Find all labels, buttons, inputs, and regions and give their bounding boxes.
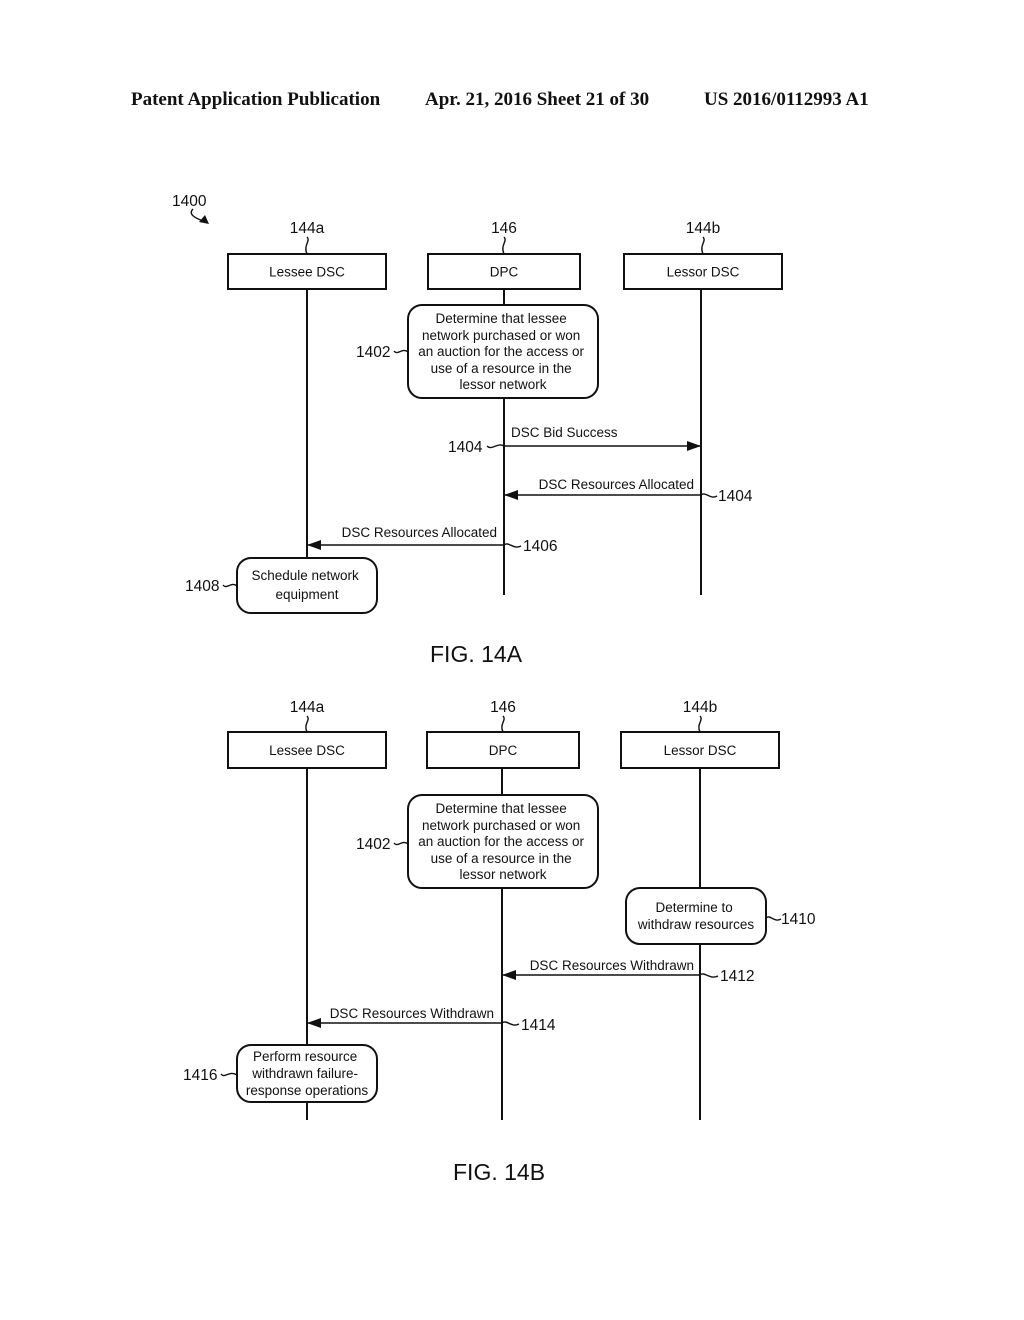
- participant-label: Lessor DSC: [667, 265, 740, 280]
- message-label: DSC Bid Success: [511, 425, 618, 440]
- ref-squiggle-icon: [222, 583, 238, 588]
- participant-dpc: DPC 146: [427, 220, 581, 290]
- message-label: DSC Resources Allocated: [342, 525, 497, 540]
- step-ref: 1408: [185, 578, 219, 595]
- step-ref: 1410: [781, 911, 816, 928]
- ref-squiggle-icon: [700, 493, 718, 498]
- participant-lessor-dsc: Lessor DSC 144b: [620, 699, 780, 769]
- ref-squiggle-icon: [503, 543, 522, 548]
- figure-14b: Lessee DSC 144a DPC 146 Lessor DSC 144b Deter…: [183, 699, 816, 1185]
- participant-label: Lessee DSC: [269, 265, 345, 280]
- participant-label: DPC: [489, 743, 518, 758]
- ref-squiggle-icon: [765, 916, 782, 921]
- participant-label: Lessee DSC: [269, 743, 345, 758]
- ref-squiggle-icon: [698, 715, 702, 733]
- participant-lessee-dsc: Lessee DSC 144a: [227, 220, 387, 290]
- ref-squiggle-icon: [305, 715, 309, 733]
- ref-squiggle-icon: [701, 236, 705, 255]
- ref-squiggle-icon: [501, 1021, 520, 1026]
- message-dsc-resources-allocated-to-lessee: DSC Resources Allocated 1406: [307, 525, 557, 555]
- step-1402: Determine that lessee network purchased …: [356, 304, 599, 399]
- participant-ref: 146: [490, 699, 516, 716]
- ref-squiggle-icon: [699, 973, 719, 978]
- message-dsc-resources-withdrawn-to-lessee: DSC Resources Withdrawn 1414: [307, 1006, 556, 1034]
- message-dsc-resources-allocated-to-dpc: DSC Resources Allocated 1404: [504, 477, 753, 505]
- participant-lessee-dsc: Lessee DSC 144a: [227, 699, 387, 769]
- step-1402: Determine that lessee network purchased …: [356, 794, 599, 889]
- ref-squiggle-icon: [502, 236, 506, 255]
- ref-squiggle-icon: [305, 236, 309, 255]
- step-box: [625, 887, 767, 945]
- participant-ref: 144b: [683, 699, 717, 716]
- ref-squiggle-icon: [220, 1072, 238, 1077]
- ref-squiggle-icon: [501, 715, 505, 733]
- step-ref: 1402: [356, 344, 390, 361]
- diagram-ref-label: 1400: [172, 193, 207, 210]
- message-dsc-bid-success: DSC Bid Success 1404: [448, 425, 701, 456]
- figure-caption-14b: FIG. 14B: [453, 1159, 545, 1185]
- participant-ref: 144a: [290, 220, 325, 237]
- sequence-diagram: 1400 Lessee DSC 144a DPC 146 Lessor DSC 144b …: [172, 193, 816, 1185]
- participant-lessor-dsc: Lessor DSC 144b: [623, 220, 783, 290]
- participant-ref: 144a: [290, 699, 325, 716]
- participant-ref: 146: [491, 220, 517, 237]
- message-dsc-resources-withdrawn-to-dpc: DSC Resources Withdrawn 1412: [502, 958, 754, 985]
- participant-dpc: DPC 146: [426, 699, 580, 769]
- message-ref: 1412: [720, 968, 754, 985]
- step-1410: Determine to withdraw resources 1410: [625, 887, 816, 945]
- message-ref: 1404: [718, 488, 753, 505]
- step-1416: Perform resource withdrawn failure- resp…: [183, 1044, 378, 1103]
- step-ref: 1402: [356, 836, 390, 853]
- step-box: [236, 557, 378, 614]
- ref-squiggle-icon: [486, 444, 505, 449]
- figure-caption-14a: FIG. 14A: [430, 641, 523, 667]
- figure-14a: Lessee DSC 144a DPC 146 Lessor DSC 144b Deter…: [185, 220, 783, 667]
- participant-ref: 144b: [686, 220, 720, 237]
- message-label: DSC Resources Allocated: [539, 477, 694, 492]
- message-ref: 1406: [523, 538, 557, 555]
- message-ref: 1404: [448, 439, 483, 456]
- message-label: DSC Resources Withdrawn: [330, 1006, 494, 1021]
- ref-squiggle-icon: [393, 841, 409, 846]
- step-ref: 1416: [183, 1067, 217, 1084]
- step-text: Perform resource withdrawn failure- resp…: [246, 1049, 369, 1098]
- message-ref: 1414: [521, 1017, 556, 1034]
- message-label: DSC Resources Withdrawn: [530, 958, 694, 973]
- participant-label: Lessor DSC: [664, 743, 737, 758]
- ref-squiggle-icon: [393, 349, 409, 354]
- participant-label: DPC: [490, 265, 519, 280]
- step-1408: Schedule network equipment 1408: [185, 557, 378, 614]
